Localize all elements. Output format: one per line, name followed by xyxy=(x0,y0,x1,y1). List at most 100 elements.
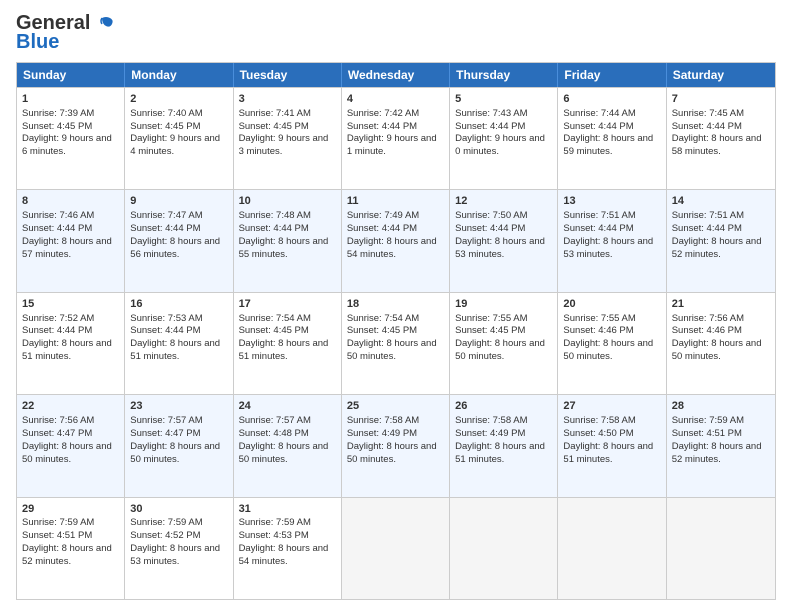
sunset-label: Sunset: 4:47 PM xyxy=(22,428,92,439)
sunrise-label: Sunrise: 7:44 AM xyxy=(563,108,635,119)
calendar-cell: 4Sunrise: 7:42 AMSunset: 4:44 PMDaylight… xyxy=(342,88,450,189)
day-number: 11 xyxy=(347,194,444,209)
calendar-header: SundayMondayTuesdayWednesdayThursdayFrid… xyxy=(17,63,775,87)
daylight-label: Daylight: 8 hours and 53 minutes. xyxy=(455,236,545,260)
daylight-label: Daylight: 8 hours and 54 minutes. xyxy=(347,236,437,260)
daylight-label: Daylight: 8 hours and 53 minutes. xyxy=(130,543,220,567)
day-number: 27 xyxy=(563,399,660,414)
sunrise-label: Sunrise: 7:58 AM xyxy=(563,415,635,426)
calendar-cell: 10Sunrise: 7:48 AM Sunset: 4:44 PM Dayligh… xyxy=(234,190,342,291)
daylight-label: Daylight: 8 hours and 55 minutes. xyxy=(239,236,329,260)
sunset-label: Sunset: 4:47 PM xyxy=(130,428,200,439)
day-number: 23 xyxy=(130,399,227,414)
daylight-label: Daylight: 8 hours and 52 minutes. xyxy=(672,236,762,260)
day-number: 13 xyxy=(563,194,660,209)
sunrise-label: Sunrise: 7:59 AM xyxy=(672,415,744,426)
day-number: 9 xyxy=(130,194,227,209)
sunset-label: Sunset: 4:44 PM xyxy=(563,223,633,234)
sunrise-label: Sunrise: 7:56 AM xyxy=(22,415,94,426)
day-number: 30 xyxy=(130,502,227,517)
calendar-cell: 23Sunrise: 7:57 AMSunset: 4:47 PMDayligh… xyxy=(125,395,233,496)
week-row-1: 1Sunrise: 7:39 AM Sunset: 4:45 PM Daylight… xyxy=(17,87,775,189)
sunset-label: Sunset: 4:44 PM xyxy=(455,223,525,234)
week-row-3: 15Sunrise: 7:52 AMSunset: 4:44 PMDayligh… xyxy=(17,292,775,394)
calendar-cell: 1Sunrise: 7:39 AMSunset: 4:45 PMDaylight… xyxy=(17,88,125,189)
day-number: 8 xyxy=(22,194,119,209)
sunrise-label: Sunrise: 7:41 AM xyxy=(239,108,311,119)
sunrise-label: Sunrise: 7:58 AM xyxy=(455,415,527,426)
daylight-label: Daylight: 8 hours and 50 minutes. xyxy=(239,441,329,465)
sunrise-label: Sunrise: 7:59 AM xyxy=(22,517,94,528)
day-number: 16 xyxy=(130,297,227,312)
header: General Blue xyxy=(16,12,776,54)
calendar-cell: 5Sunrise: 7:43 AMSunset: 4:44 PMDaylight… xyxy=(450,88,558,189)
sunset-label: Sunset: 4:44 PM xyxy=(347,223,417,234)
calendar: SundayMondayTuesdayWednesdayThursdayFrid… xyxy=(16,62,776,600)
calendar-cell: 3Sunrise: 7:41 AMSunset: 4:45 PMDaylight… xyxy=(234,88,342,189)
daylight-label: Daylight: 8 hours and 53 minutes. xyxy=(563,236,653,260)
calendar-cell: 19Sunrise: 7:55 AMSunset: 4:45 PMDayligh… xyxy=(450,293,558,394)
week-row-5: 29Sunrise: 7:59 AMSunset: 4:51 PMDayligh… xyxy=(17,497,775,599)
calendar-cell: 17Sunrise: 7:54 AMSunset: 4:45 PMDayligh… xyxy=(234,293,342,394)
day-number: 10 xyxy=(239,194,336,209)
logo-blue: Blue xyxy=(16,31,59,54)
sunset-label: Sunset: 4:45 PM xyxy=(347,325,417,336)
sunset-label: Sunset: 4:45 PM xyxy=(239,121,309,132)
sunset-label: Sunset: 4:45 PM xyxy=(22,121,92,132)
sunset-label: Sunset: 4:50 PM xyxy=(563,428,633,439)
calendar-cell: 12Sunrise: 7:50 AMSunset: 4:44 PMDayligh… xyxy=(450,190,558,291)
calendar-cell: 27Sunrise: 7:58 AMSunset: 4:50 PMDayligh… xyxy=(558,395,666,496)
sunrise-label: Sunrise: 7:45 AM xyxy=(672,108,744,119)
sunrise-label: Sunrise: 7:49 AM xyxy=(347,210,419,221)
sunrise-label: Sunrise: 7:50 AM xyxy=(455,210,527,221)
calendar-cell: 22Sunrise: 7:56 AMSunset: 4:47 PMDayligh… xyxy=(17,395,125,496)
sunset-label: Sunset: 4:46 PM xyxy=(672,325,742,336)
sunrise-label: Sunrise: 7:40 AM xyxy=(130,108,202,119)
daylight-label: Daylight: 8 hours and 50 minutes. xyxy=(347,338,437,362)
calendar-cell: 28Sunrise: 7:59 AMSunset: 4:51 PMDayligh… xyxy=(667,395,775,496)
calendar-cell: 29Sunrise: 7:59 AMSunset: 4:51 PMDayligh… xyxy=(17,498,125,599)
sunset-label: Sunset: 4:44 PM xyxy=(22,223,92,234)
header-day-monday: Monday xyxy=(125,63,233,87)
header-day-thursday: Thursday xyxy=(450,63,558,87)
daylight-label: Daylight: 8 hours and 50 minutes. xyxy=(455,338,545,362)
daylight-label: Daylight: 8 hours and 58 minutes. xyxy=(672,133,762,157)
daylight-label: Daylight: 8 hours and 51 minutes. xyxy=(455,441,545,465)
sunrise-label: Sunrise: 7:58 AM xyxy=(347,415,419,426)
day-number: 26 xyxy=(455,399,552,414)
sunset-label: Sunset: 4:44 PM xyxy=(130,223,200,234)
daylight-label: Daylight: 8 hours and 56 minutes. xyxy=(130,236,220,260)
sunset-label: Sunset: 4:44 PM xyxy=(239,223,309,234)
daylight-label: Daylight: 8 hours and 52 minutes. xyxy=(22,543,112,567)
daylight-label: Daylight: 8 hours and 54 minutes. xyxy=(239,543,329,567)
sunrise-label: Sunrise: 7:54 AM xyxy=(347,313,419,324)
sunset-label: Sunset: 4:49 PM xyxy=(455,428,525,439)
calendar-cell: 8Sunrise: 7:46 AMSunset: 4:44 PMDaylight… xyxy=(17,190,125,291)
header-day-friday: Friday xyxy=(558,63,666,87)
sunrise-label: Sunrise: 7:39 AM xyxy=(22,108,94,119)
day-number: 4 xyxy=(347,92,444,107)
sunrise-label: Sunrise: 7:52 AM xyxy=(22,313,94,324)
sunrise-label: Sunrise: 7:51 AM xyxy=(563,210,635,221)
calendar-cell: 13Sunrise: 7:51 AM Sunset: 4:44 PM Dayligh… xyxy=(558,190,666,291)
daylight-label: Daylight: 8 hours and 50 minutes. xyxy=(130,441,220,465)
sunrise-label: Sunrise: 7:46 AM xyxy=(22,210,94,221)
sunrise-label: Sunrise: 7:48 AM xyxy=(239,210,311,221)
sunrise-label: Sunrise: 7:42 AM xyxy=(347,108,419,119)
day-number: 19 xyxy=(455,297,552,312)
week-row-2: 8Sunrise: 7:46 AM Sunset: 4:44 PM Daylight… xyxy=(17,189,775,291)
calendar-cell xyxy=(342,498,450,599)
day-number: 2 xyxy=(130,92,227,107)
logo-bird-icon xyxy=(92,16,114,32)
calendar-cell: 6Sunrise: 7:44 AMSunset: 4:44 PMDaylight… xyxy=(558,88,666,189)
logo: General Blue xyxy=(16,12,114,54)
sunset-label: Sunset: 4:44 PM xyxy=(130,325,200,336)
calendar-cell: 11Sunrise: 7:49 AM Sunset: 4:44 PM Dayligh… xyxy=(342,190,450,291)
sunrise-label: Sunrise: 7:59 AM xyxy=(239,517,311,528)
calendar-cell: 21Sunrise: 7:56 AMSunset: 4:46 PMDayligh… xyxy=(667,293,775,394)
calendar-body: 1Sunrise: 7:39 AM Sunset: 4:45 PM Daylight… xyxy=(17,87,775,599)
calendar-cell xyxy=(667,498,775,599)
day-number: 6 xyxy=(563,92,660,107)
sunrise-label: Sunrise: 7:57 AM xyxy=(239,415,311,426)
day-number: 1 xyxy=(22,92,119,107)
